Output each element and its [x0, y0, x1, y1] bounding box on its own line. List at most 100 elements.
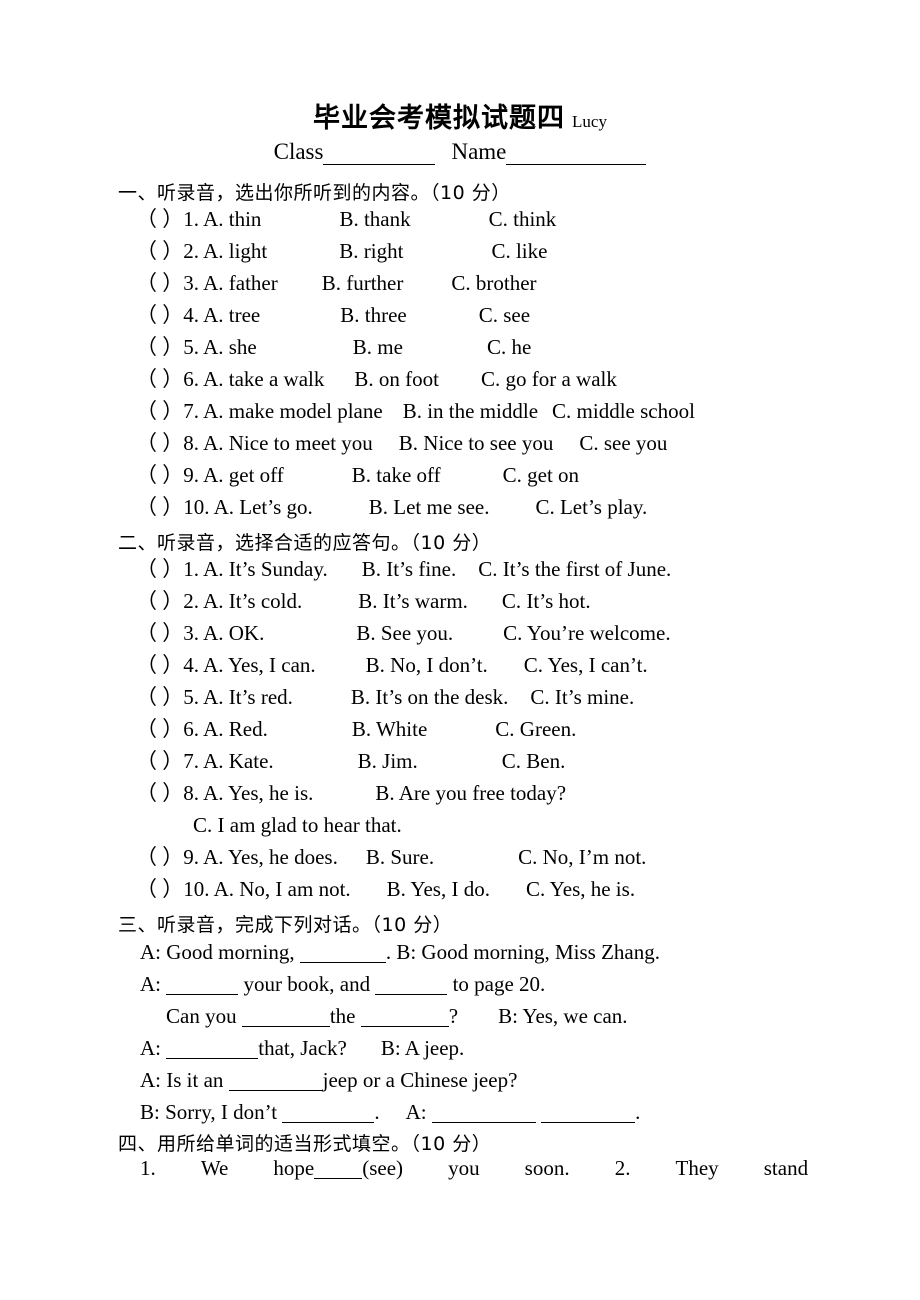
- option-a[interactable]: A. No, I am not.: [214, 877, 351, 901]
- option-b[interactable]: B. me: [353, 335, 403, 359]
- option-b[interactable]: B. Yes, I do.: [387, 877, 490, 901]
- option-b[interactable]: B. Jim.: [358, 749, 418, 773]
- option-a[interactable]: A. Yes, he is.: [203, 781, 313, 805]
- answer-bracket[interactable]: （ ）: [136, 369, 183, 390]
- option-a[interactable]: A. light: [203, 239, 267, 263]
- option-b[interactable]: B. further: [322, 271, 404, 295]
- answer-bracket[interactable]: （ ）: [136, 433, 183, 454]
- fill-blank[interactable]: [228, 1069, 323, 1091]
- option-b[interactable]: B. thank: [339, 207, 410, 231]
- option-a[interactable]: A. Yes, I can.: [203, 653, 316, 677]
- fill-blank[interactable]: [166, 973, 239, 995]
- option-b[interactable]: B. No, I don’t.: [366, 653, 488, 677]
- option-a[interactable]: A. Nice to meet you: [203, 431, 373, 455]
- option-b[interactable]: B. See you.: [356, 621, 453, 645]
- option-c[interactable]: C. Ben.: [502, 749, 566, 773]
- option-a[interactable]: A. thin: [203, 207, 261, 231]
- fill-blank[interactable]: [166, 1037, 259, 1059]
- option-a[interactable]: A. she: [203, 335, 257, 359]
- dialogue-text: jeep or a Chinese jeep?: [322, 1068, 518, 1092]
- fill-blank[interactable]: [299, 941, 386, 963]
- option-c[interactable]: C. Let’s play.: [535, 495, 647, 519]
- option-b[interactable]: B. Sure.: [366, 845, 434, 869]
- option-b[interactable]: B. It’s on the desk.: [351, 685, 509, 709]
- fill-blank[interactable]: [241, 1005, 330, 1027]
- option-c[interactable]: C. No, I’m not.: [518, 845, 646, 869]
- answer-bracket[interactable]: （ ）: [136, 655, 183, 676]
- option-a[interactable]: A. It’s cold.: [203, 589, 302, 613]
- option-b[interactable]: B. It’s warm.: [358, 589, 468, 613]
- dialogue-text: .: [374, 1100, 380, 1124]
- question-row: （ ）4. A. tree B. three C. see: [136, 305, 530, 326]
- answer-bracket[interactable]: （ ）: [136, 783, 183, 804]
- option-a[interactable]: A. Yes, he does.: [203, 845, 338, 869]
- option-b[interactable]: B. White: [352, 717, 427, 741]
- fill-blank[interactable]: [541, 1101, 636, 1123]
- answer-bracket[interactable]: （ ）: [136, 751, 183, 772]
- option-c[interactable]: C. You’re welcome.: [503, 621, 670, 645]
- answer-bracket[interactable]: （ ）: [136, 209, 183, 230]
- option-a[interactable]: A. tree: [203, 303, 260, 327]
- option-c[interactable]: C. he: [487, 335, 531, 359]
- answer-bracket[interactable]: （ ）: [136, 591, 183, 612]
- exercise-word: you: [448, 1156, 480, 1180]
- answer-bracket[interactable]: （ ）: [136, 401, 183, 422]
- name-input-blank[interactable]: [506, 140, 647, 165]
- option-b[interactable]: B. Nice to see you: [399, 431, 554, 455]
- answer-bracket[interactable]: （ ）: [136, 687, 183, 708]
- answer-bracket[interactable]: （ ）: [136, 273, 183, 294]
- option-a[interactable]: A. make model plane: [203, 399, 383, 423]
- answer-bracket[interactable]: （ ）: [136, 623, 183, 644]
- option-c[interactable]: C. see: [479, 303, 530, 327]
- option-a[interactable]: A. father: [203, 271, 278, 295]
- student-info-bar: Class Name: [0, 139, 920, 165]
- option-a[interactable]: A. take a walk: [203, 367, 324, 391]
- option-c[interactable]: C. Green.: [495, 717, 576, 741]
- option-c[interactable]: C. get on: [503, 463, 579, 487]
- option-c[interactable]: C. I am glad to hear that.: [193, 815, 402, 836]
- option-a[interactable]: A. get off: [203, 463, 284, 487]
- option-b[interactable]: B. three: [340, 303, 406, 327]
- answer-bracket[interactable]: （ ）: [136, 559, 183, 580]
- option-c[interactable]: C. Yes, he is.: [526, 877, 635, 901]
- option-a[interactable]: A. Red.: [203, 717, 268, 741]
- option-b[interactable]: B. on foot: [354, 367, 439, 391]
- option-a[interactable]: A. Kate.: [203, 749, 274, 773]
- fill-blank[interactable]: [282, 1101, 375, 1123]
- answer-bracket[interactable]: （ ）: [136, 465, 183, 486]
- answer-bracket[interactable]: （ ）: [136, 879, 183, 900]
- option-b[interactable]: B. It’s fine.: [362, 557, 457, 581]
- fill-blank[interactable]: [314, 1157, 363, 1179]
- fill-blank[interactable]: [375, 973, 448, 995]
- answer-bracket[interactable]: （ ）: [136, 719, 183, 740]
- question-row: （ ）1. A. thin B. thank C. think: [136, 209, 556, 230]
- answer-bracket[interactable]: （ ）: [136, 241, 183, 262]
- option-c[interactable]: C. go for a walk: [481, 367, 617, 391]
- option-b[interactable]: B. Let me see.: [369, 495, 490, 519]
- option-a[interactable]: A. It’s red.: [203, 685, 293, 709]
- option-b[interactable]: B. take off: [352, 463, 441, 487]
- answer-bracket[interactable]: （ ）: [136, 497, 183, 518]
- option-c[interactable]: C. think: [489, 207, 557, 231]
- option-c[interactable]: C. middle school: [552, 399, 695, 423]
- option-c[interactable]: C. It’s mine.: [530, 685, 634, 709]
- option-b[interactable]: B. in the middle: [403, 399, 538, 423]
- option-a[interactable]: A. It’s Sunday.: [203, 557, 328, 581]
- option-a[interactable]: A. Let’s go.: [214, 495, 313, 519]
- option-c[interactable]: C. It’s hot.: [502, 589, 591, 613]
- option-c[interactable]: C. see you: [579, 431, 667, 455]
- answer-bracket[interactable]: （ ）: [136, 847, 183, 868]
- class-input-blank[interactable]: [323, 140, 436, 165]
- option-c[interactable]: C. like: [491, 239, 547, 263]
- exercise-word: We: [200, 1156, 229, 1180]
- fill-blank[interactable]: [431, 1101, 536, 1123]
- fill-blank[interactable]: [360, 1005, 449, 1027]
- option-c[interactable]: C. brother: [451, 271, 536, 295]
- option-b[interactable]: B. Are you free today?: [375, 781, 566, 805]
- option-c[interactable]: C. It’s the first of June.: [478, 557, 671, 581]
- option-c[interactable]: C. Yes, I can’t.: [524, 653, 648, 677]
- answer-bracket[interactable]: （ ）: [136, 337, 183, 358]
- option-a[interactable]: A. OK.: [203, 621, 264, 645]
- option-b[interactable]: B. right: [339, 239, 403, 263]
- answer-bracket[interactable]: （ ）: [136, 305, 183, 326]
